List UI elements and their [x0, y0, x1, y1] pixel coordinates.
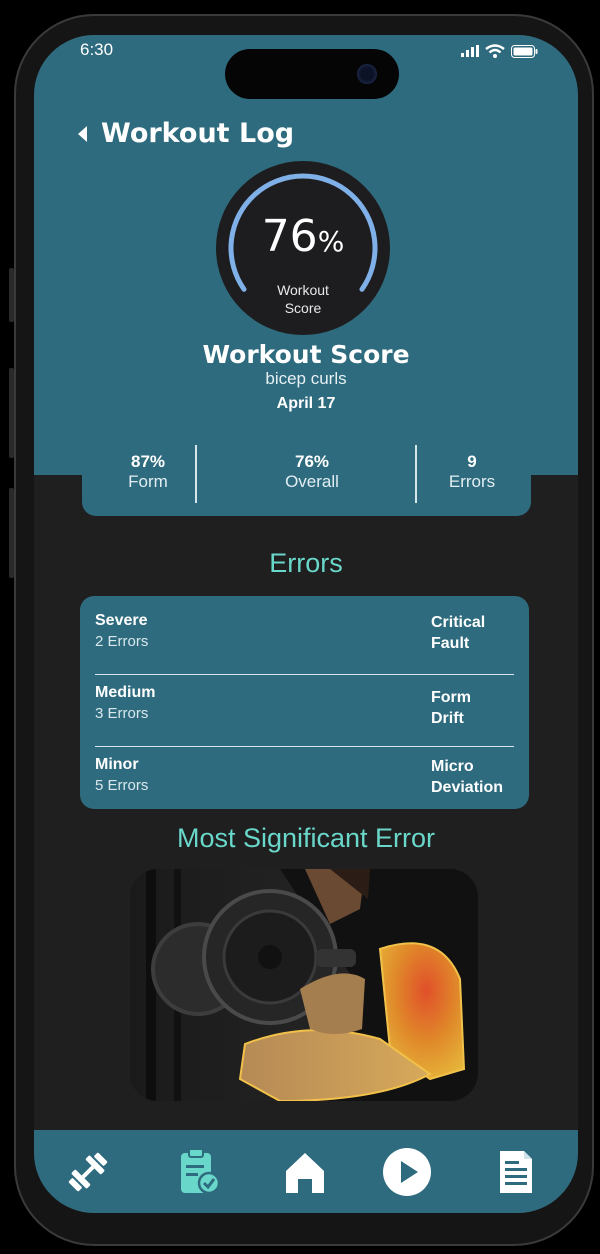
- error-type-line1: Micro: [431, 758, 474, 775]
- stats-card: 87% Form 76% Overall 9 Errors: [82, 435, 531, 516]
- ring-label: Workout Score: [258, 281, 348, 317]
- ring-label-line1: Workout: [277, 282, 329, 298]
- stat-value: 9: [467, 452, 477, 471]
- score-percent-value: 76: [261, 211, 318, 262]
- status-time: 6:30: [80, 40, 114, 59]
- score-ring: 76% Workout Score: [216, 161, 390, 335]
- error-type-line2: Deviation: [431, 779, 504, 796]
- dynamic-island: [225, 49, 399, 99]
- workout-date: April 17: [276, 395, 336, 412]
- nav-report[interactable]: [488, 1146, 544, 1198]
- error-type: Critical Fault: [431, 612, 521, 654]
- side-button-mute: [9, 268, 14, 322]
- error-type: Form Drift: [431, 687, 521, 729]
- stat-divider: [415, 445, 417, 503]
- error-divider: [95, 746, 514, 747]
- bottom-nav: [34, 1130, 578, 1213]
- stat-label: Errors: [448, 472, 496, 491]
- errors-heading: Errors: [269, 548, 343, 578]
- nav-play[interactable]: [379, 1146, 435, 1198]
- nav-workouts[interactable]: [60, 1146, 116, 1198]
- score-percent-symbol: %: [317, 225, 345, 258]
- wifi-icon: [485, 44, 505, 58]
- stat-label: Overall: [285, 472, 339, 491]
- error-type: Micro Deviation: [431, 756, 521, 798]
- bicep-curl-illustration: [130, 869, 478, 1101]
- status-icons: [461, 44, 538, 58]
- document-icon: [500, 1151, 532, 1193]
- error-row-minor[interactable]: Minor 5 Errors Micro Deviation: [95, 756, 514, 820]
- stat-value: 87%: [130, 452, 166, 471]
- stat-divider: [195, 445, 197, 503]
- error-photo[interactable]: [130, 869, 478, 1101]
- battery-icon: [511, 44, 538, 58]
- nav-home[interactable]: [277, 1146, 333, 1198]
- error-level: Minor: [95, 756, 139, 773]
- screen: 6:30 Workout Log 76% Workout Score Worko…: [34, 35, 578, 1213]
- error-count: 5 Errors: [95, 777, 149, 794]
- back-button[interactable]: Workout Log: [78, 118, 294, 149]
- dumbbell-icon: [68, 1152, 108, 1192]
- back-arrow-icon: [78, 125, 87, 142]
- nav-log[interactable]: [170, 1146, 226, 1198]
- error-type-line1: Form: [431, 689, 471, 706]
- error-type-line1: Critical: [431, 614, 486, 631]
- error-level: Medium: [95, 684, 156, 701]
- stat-errors: 9 Errors: [428, 452, 516, 492]
- stat-label: Form: [128, 472, 168, 491]
- error-level: Severe: [95, 612, 148, 629]
- error-row-severe[interactable]: Severe 2 Errors Critical Fault: [95, 612, 514, 676]
- page-title: Workout Log: [101, 118, 295, 149]
- clipboard-check-icon: [181, 1148, 221, 1195]
- score-title: Workout Score: [202, 340, 410, 369]
- stat-form: 87% Form: [102, 452, 194, 492]
- error-count: 3 Errors: [95, 705, 149, 722]
- error-divider: [95, 674, 514, 675]
- play-icon: [383, 1148, 431, 1196]
- camera-icon: [357, 64, 377, 84]
- most-significant-heading: Most Significant Error: [176, 823, 436, 853]
- error-count: 2 Errors: [95, 633, 149, 650]
- errors-card: Severe 2 Errors Critical Fault Medium 3 …: [80, 596, 529, 809]
- signal-icon: [461, 45, 479, 57]
- exercise-name: bicep curls: [265, 369, 347, 388]
- home-icon: [286, 1153, 324, 1193]
- stat-overall: 76% Overall: [262, 452, 362, 492]
- ring-label-line2: Score: [284, 300, 322, 316]
- stat-value: 76%: [294, 452, 330, 471]
- error-type-line2: Fault: [431, 635, 470, 652]
- score-percent: 76%: [216, 211, 390, 262]
- error-type-line2: Drift: [431, 710, 464, 727]
- side-button-volume-up: [9, 368, 14, 458]
- side-button-volume-down: [9, 488, 14, 578]
- error-row-medium[interactable]: Medium 3 Errors Form Drift: [95, 684, 514, 748]
